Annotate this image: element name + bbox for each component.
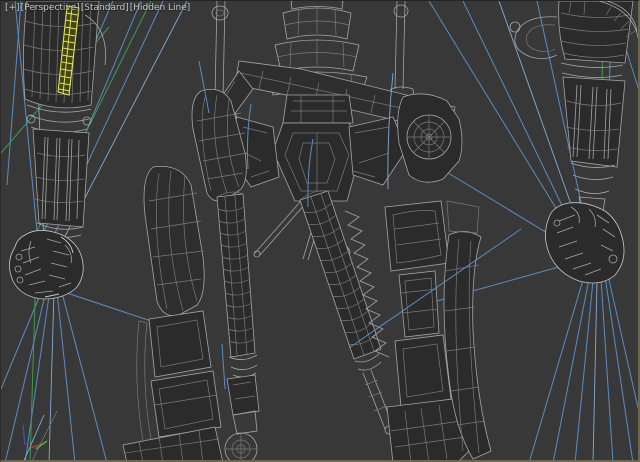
right-fist bbox=[545, 202, 625, 284]
pelvis bbox=[224, 116, 408, 202]
left-fist bbox=[9, 230, 84, 300]
left-arm[interactable] bbox=[9, 1, 106, 300]
viewport-label: [+][Perspective][Standard][Hidden Line] bbox=[5, 3, 191, 13]
right-arm[interactable] bbox=[509, 1, 638, 284]
torso-block bbox=[282, 94, 354, 124]
left-elbow bbox=[26, 104, 92, 133]
right-thigh-cylinder bbox=[299, 190, 394, 435]
right-leg bbox=[384, 200, 492, 460]
viewport-shading-menu[interactable]: [Hidden Line] bbox=[130, 3, 191, 13]
viewport-general-menu[interactable]: [+] bbox=[5, 3, 20, 13]
left-thigh-cylinder bbox=[216, 191, 260, 460]
left-forearm bbox=[32, 128, 90, 238]
viewport-render-preset-menu[interactable]: [Standard] bbox=[81, 3, 129, 13]
center-mech[interactable] bbox=[122, 1, 492, 460]
right-forearm bbox=[562, 76, 626, 168]
spline-fan-right-hand[interactable] bbox=[529, 270, 638, 460]
axis-gizmo bbox=[22, 424, 48, 450]
viewport-canvas[interactable] bbox=[1, 1, 638, 460]
viewport-pov-menu[interactable]: [Perspective] bbox=[21, 3, 80, 13]
viewport-window: [+][Perspective][Standard][Hidden Line] bbox=[0, 0, 640, 462]
left-leg bbox=[122, 166, 223, 460]
